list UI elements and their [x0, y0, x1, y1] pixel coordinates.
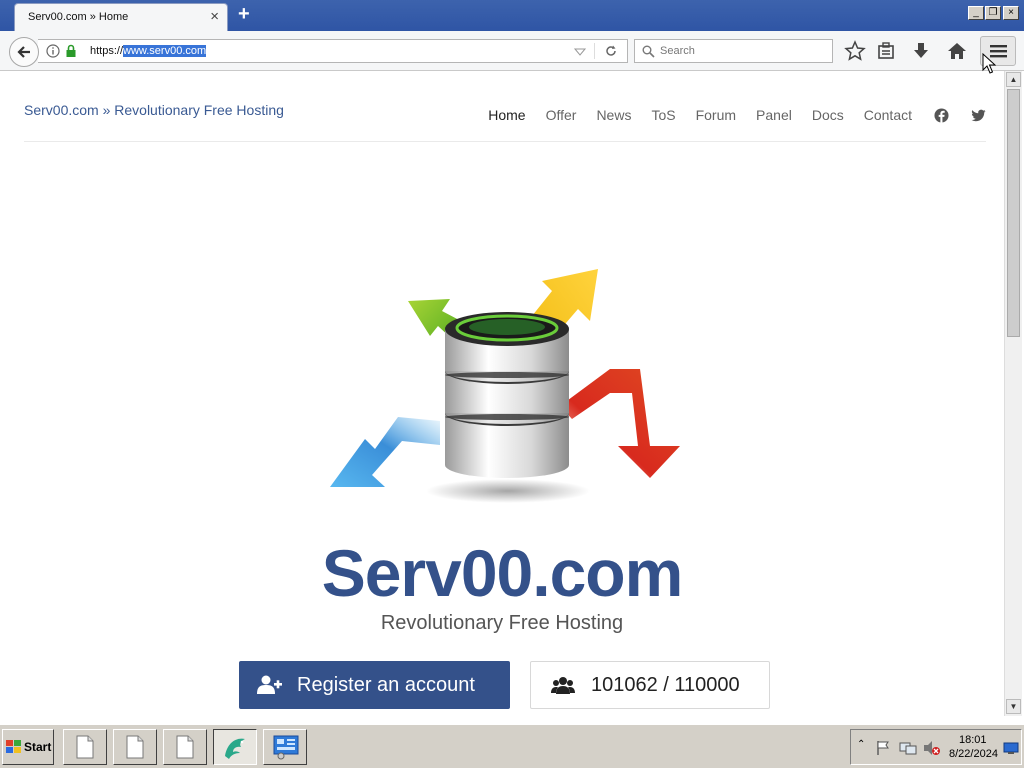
- show-desktop-icon[interactable]: [1003, 742, 1019, 754]
- nav-tos[interactable]: ToS: [651, 107, 675, 123]
- account-counter: 101062 / 110000: [530, 661, 770, 709]
- vertical-scrollbar[interactable]: ▲ ▼: [1004, 71, 1022, 716]
- clock-time: 18:01: [959, 734, 987, 746]
- web-page: Serv00.com » Revolutionary Free Hosting …: [0, 71, 1004, 716]
- mouse-cursor-icon: [982, 53, 996, 74]
- taskbar-app-browser[interactable]: [213, 729, 257, 765]
- close-window-button[interactable]: ×: [1003, 6, 1019, 20]
- url-selected-text: www.serv00.com: [123, 45, 207, 57]
- minimize-button[interactable]: _: [968, 6, 984, 20]
- back-arrow-icon: [17, 46, 30, 58]
- home-icon[interactable]: [946, 40, 968, 62]
- volume-muted-icon[interactable]: [923, 740, 941, 756]
- twitter-icon[interactable]: [971, 108, 986, 123]
- header-divider: [24, 141, 986, 142]
- action-center-flag-icon[interactable]: [875, 740, 891, 756]
- tab-title: Serv00.com » Home: [28, 11, 129, 23]
- search-bar[interactable]: Search: [634, 39, 833, 63]
- windows-logo-icon: [6, 740, 21, 753]
- nav-home[interactable]: Home: [488, 107, 525, 123]
- taskbar: Start ⌃ 18:01 8/22/2024: [0, 724, 1024, 768]
- nav-docs[interactable]: Docs: [812, 107, 844, 123]
- document-icon: [76, 735, 94, 759]
- taskbar-app-control-panel[interactable]: [263, 729, 307, 765]
- tab-strip: Serv00.com » Home × + _ ❐ ×: [0, 0, 1024, 31]
- url-prefix: https://: [90, 45, 124, 57]
- taskbar-app-document-3[interactable]: [163, 729, 207, 765]
- control-panel-icon: [273, 735, 299, 760]
- tab-close-icon[interactable]: ×: [210, 8, 219, 25]
- users-group-icon: [551, 677, 575, 694]
- site-brand-link[interactable]: Serv00.com » Revolutionary Free Hosting: [24, 102, 284, 118]
- blue-arrow: [330, 417, 440, 487]
- facebook-icon[interactable]: [934, 107, 949, 123]
- download-icon[interactable]: [910, 40, 932, 62]
- nav-contact[interactable]: Contact: [864, 107, 912, 123]
- bookmark-star-icon[interactable]: [844, 40, 866, 62]
- scroll-thumb[interactable]: [1007, 89, 1020, 337]
- document-icon: [176, 735, 194, 759]
- hero-subtitle: Revolutionary Free Hosting: [380, 612, 624, 634]
- scroll-up-icon[interactable]: ▲: [1006, 72, 1021, 87]
- nav-toolbar: https://www.serv00.com Search: [0, 31, 1024, 71]
- nav-news[interactable]: News: [596, 107, 631, 123]
- back-button[interactable]: [9, 37, 39, 67]
- nav-panel[interactable]: Panel: [756, 107, 792, 123]
- register-label: Register an account: [297, 673, 475, 696]
- reload-icon[interactable]: [604, 44, 618, 58]
- app-dragon-icon: [225, 738, 245, 759]
- search-placeholder: Search: [660, 45, 695, 57]
- new-tab-icon[interactable]: +: [238, 3, 250, 26]
- nav-forum[interactable]: Forum: [696, 107, 736, 123]
- dropdown-history-icon[interactable]: [574, 47, 586, 57]
- browser-tab[interactable]: Serv00.com » Home ×: [14, 3, 228, 31]
- url-bar[interactable]: https://www.serv00.com: [38, 39, 628, 63]
- system-tray: ⌃ 18:01 8/22/2024: [850, 729, 1022, 765]
- hero-title: Serv00.com: [321, 536, 684, 610]
- nav-offer[interactable]: Offer: [546, 107, 577, 123]
- url-text: https://www.serv00.com: [90, 45, 207, 57]
- clock-date: 8/22/2024: [949, 748, 998, 760]
- show-hidden-icons-icon[interactable]: ⌃: [857, 739, 865, 750]
- site-nav: Home Offer News ToS Forum Panel Docs Con…: [468, 107, 986, 123]
- counter-value: 101062 / 110000: [591, 673, 740, 696]
- network-icon[interactable]: [899, 740, 917, 756]
- taskbar-app-document-2[interactable]: [113, 729, 157, 765]
- register-account-button[interactable]: Register an account: [239, 661, 510, 709]
- lock-icon: [66, 44, 76, 57]
- add-user-icon: [257, 675, 282, 694]
- search-icon: [642, 45, 655, 58]
- server-arrows-illustration: [330, 269, 680, 503]
- document-icon: [126, 735, 144, 759]
- info-icon[interactable]: [46, 44, 60, 58]
- red-arrow: [560, 369, 680, 478]
- taskbar-app-document-1[interactable]: [63, 729, 107, 765]
- start-label: Start: [24, 740, 52, 754]
- scroll-down-icon[interactable]: ▼: [1006, 699, 1021, 714]
- restore-button[interactable]: ❐: [985, 6, 1001, 20]
- reading-list-icon[interactable]: [875, 40, 897, 62]
- start-button[interactable]: Start: [2, 729, 54, 765]
